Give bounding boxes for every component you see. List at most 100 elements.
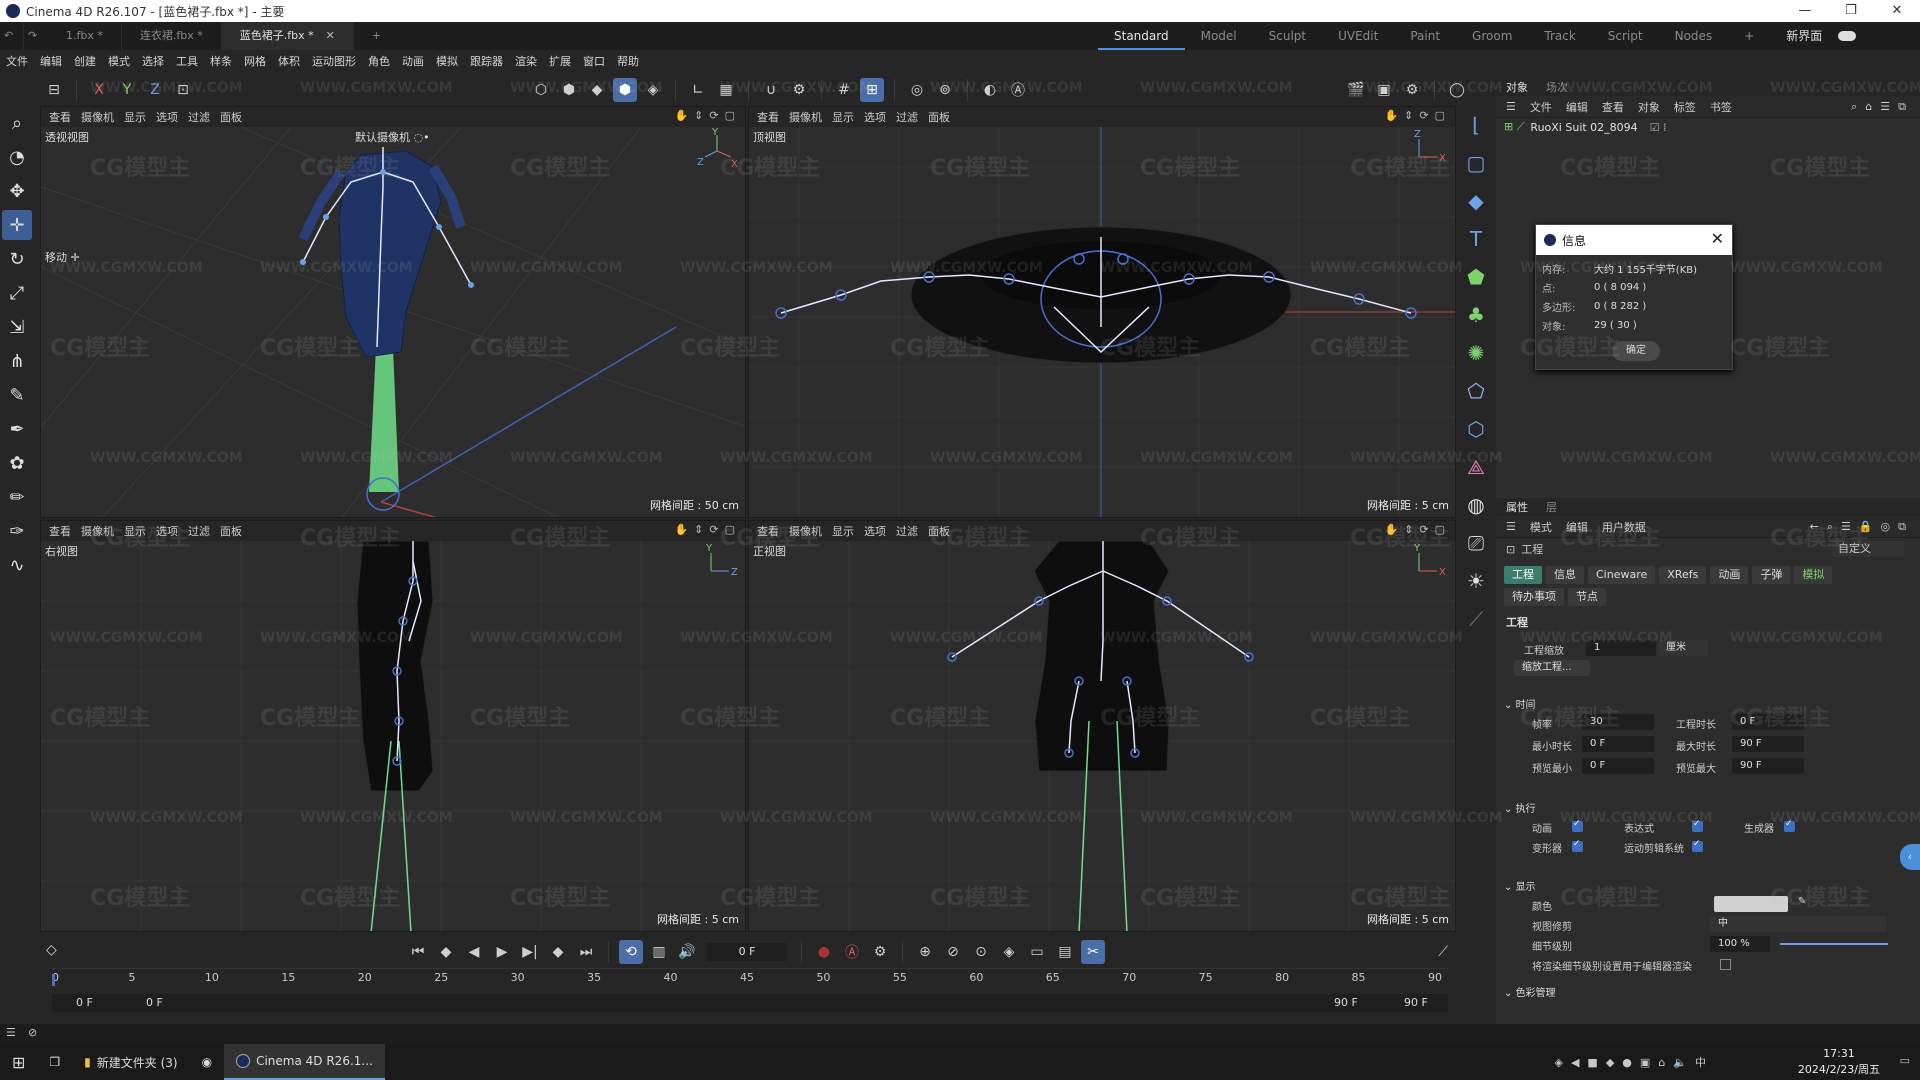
vp-menu-panel[interactable]: 面板 — [220, 523, 242, 539]
status-menu-icon[interactable]: ☰ — [6, 1026, 16, 1039]
layout-model[interactable]: Model — [1185, 22, 1253, 50]
expand-icon[interactable]: ⊞ ⟋ — [1504, 120, 1524, 134]
range-end-handle[interactable]: 90 F — [1334, 996, 1358, 1009]
min-time-field[interactable]: 0 F — [1582, 736, 1654, 752]
am-menu-edit[interactable]: 编辑 — [1566, 519, 1588, 535]
go-to-end-icon[interactable]: ⏭ — [574, 940, 598, 964]
range-start-handle[interactable]: 0 F — [146, 996, 163, 1009]
vp-menu-view[interactable]: 查看 — [49, 109, 71, 125]
vp-menu-cameras[interactable]: 摄像机 — [789, 523, 822, 539]
range-start-field[interactable]: 0 F — [76, 996, 93, 1009]
dolly-icon[interactable]: ⇕ — [1404, 109, 1413, 122]
fps-field[interactable]: 30 — [1582, 714, 1654, 730]
key-rotation-icon[interactable]: ⊘ — [941, 940, 965, 964]
sketch-tool-icon[interactable]: ✏ — [2, 482, 32, 512]
scale-unit-dropdown[interactable]: 厘米 — [1658, 640, 1708, 656]
snap-settings-icon[interactable]: ⚙ — [787, 78, 811, 102]
camera-icon[interactable]: ⎚ — [1461, 528, 1491, 558]
lod-editor-checkbox[interactable] — [1720, 959, 1731, 970]
key-mode-icon[interactable]: ✂ — [1081, 940, 1105, 964]
select-tool-icon[interactable]: ◔ — [2, 142, 32, 172]
soft-selection-icon[interactable]: ◎ — [905, 78, 929, 102]
effector-icon[interactable]: ✺ — [1461, 338, 1491, 368]
tab-objects[interactable]: 对象 — [1506, 79, 1528, 95]
tray-app-icon[interactable]: ▣ — [1640, 1056, 1650, 1069]
vp-menu-cameras[interactable]: 摄像机 — [81, 109, 114, 125]
minimize-button[interactable]: — — [1782, 0, 1828, 22]
vp-menu-filter[interactable]: 过滤 — [188, 109, 210, 125]
vp-menu-cameras[interactable]: 摄像机 — [789, 109, 822, 125]
taskbar-app-icon[interactable]: ◉ — [190, 1044, 224, 1080]
text-icon[interactable]: T — [1461, 224, 1491, 254]
keyframe-settings-icon[interactable]: ⚙ — [868, 940, 892, 964]
orbit-icon[interactable]: ⟳ — [1419, 523, 1428, 536]
lock-y-button[interactable]: Y — [115, 78, 139, 102]
workplane-icon[interactable]: ⊞ — [860, 78, 884, 102]
loop-icon[interactable]: ⟲ — [619, 940, 643, 964]
max-time-field[interactable]: 90 F — [1732, 736, 1804, 752]
subtab-bullet[interactable]: 子弹 — [1752, 566, 1791, 584]
uv-mode-icon[interactable]: ◈ — [641, 78, 665, 102]
scale-field[interactable]: 1 — [1586, 640, 1656, 656]
maximize-icon[interactable]: ▢ — [1435, 109, 1445, 122]
cloner-icon[interactable]: ♣ — [1461, 300, 1491, 330]
key-position-icon[interactable]: ⊕ — [913, 940, 937, 964]
vp-menu-view[interactable]: 查看 — [757, 523, 779, 539]
light-icon[interactable]: ☀ — [1461, 566, 1491, 596]
tab-layers[interactable]: 层 — [1546, 499, 1557, 515]
key-pla-icon[interactable]: ▭ — [1025, 940, 1049, 964]
orbit-icon[interactable]: ⟳ — [1419, 109, 1428, 122]
vp-menu-display[interactable]: 显示 — [124, 523, 146, 539]
next-key-icon[interactable]: ◆ — [546, 940, 570, 964]
menu-hamburger-icon[interactable]: ☰ — [1506, 100, 1516, 113]
vp-menu-panel[interactable]: 面板 — [928, 523, 950, 539]
timeline-ruler[interactable]: 0 5 10 15 20 25 30 35 40 45 50 55 60 65 70 75 80 85 90 — [52, 968, 1448, 992]
vp-menu-cameras[interactable]: 摄像机 — [81, 523, 114, 539]
preview-max-field[interactable]: 90 F — [1732, 758, 1804, 774]
tab-attributes[interactable]: 属性 — [1506, 499, 1528, 515]
restore-button[interactable]: ❐ — [1828, 0, 1874, 22]
menu-render[interactable]: 渲染 — [509, 53, 543, 69]
close-tab-icon[interactable]: ✕ — [326, 29, 335, 42]
new-window-icon[interactable]: ⧉ — [1898, 520, 1906, 534]
null-object-icon[interactable]: ⌊ — [1461, 110, 1491, 140]
menu-hamburger-icon[interactable]: ☰ — [1506, 520, 1516, 533]
environment-icon[interactable]: ◍ — [1461, 490, 1491, 520]
vp-menu-view[interactable]: 查看 — [757, 109, 779, 125]
curve-editor-icon[interactable]: ⟋ — [1438, 944, 1448, 960]
file-tab-active[interactable]: 蓝色裙子.fbx * ✕ — [221, 22, 354, 50]
taskbar-folder[interactable]: ▮ 新建文件夹 (3) — [72, 1044, 189, 1080]
dolly-icon[interactable]: ⇕ — [694, 523, 703, 536]
prev-frame-icon[interactable]: ◀ — [462, 940, 486, 964]
smooth-tool-icon[interactable]: ∿ — [2, 550, 32, 580]
task-view-icon[interactable]: ❐ — [37, 1044, 72, 1080]
deformer-icon[interactable]: ⬠ — [1461, 376, 1491, 406]
preset-dropdown[interactable]: 自定义 — [1832, 541, 1904, 557]
volume-icon[interactable]: 🔈 — [1673, 1056, 1687, 1069]
auto-key-icon[interactable]: Ⓐ — [1006, 78, 1030, 102]
ok-button[interactable]: 确定 — [1612, 341, 1660, 361]
tweak-mode-icon[interactable]: ▦ — [714, 78, 738, 102]
volume-icon[interactable]: ⟁ — [1461, 452, 1491, 482]
vp-menu-panel[interactable]: 面板 — [220, 109, 242, 125]
filter-icon[interactable]: ☰ — [1841, 520, 1851, 534]
move-tool-icon[interactable]: ✛ — [2, 210, 32, 240]
generator-icon[interactable]: ⬟ — [1461, 262, 1491, 292]
layout-paint[interactable]: Paint — [1394, 22, 1456, 50]
prev-key-icon[interactable]: ◆ — [434, 940, 458, 964]
lod-field[interactable]: 100 % — [1710, 936, 1770, 952]
maximize-icon[interactable]: ▢ — [725, 109, 735, 122]
vp-menu-display[interactable]: 显示 — [124, 109, 146, 125]
preview-min-field[interactable]: 0 F — [1582, 758, 1654, 774]
polygons-mode-icon[interactable]: ◆ — [585, 78, 609, 102]
lock-z-button[interactable]: Z — [143, 78, 167, 102]
go-to-start-icon[interactable]: ⏮ — [406, 940, 430, 964]
tray-app-icon[interactable]: ■ — [1587, 1056, 1597, 1069]
redo-icon[interactable]: ↷ — [24, 22, 48, 50]
maximize-icon[interactable]: ▢ — [1435, 523, 1445, 536]
filter-icon[interactable]: ☰ — [1880, 100, 1890, 114]
key-scale-icon[interactable]: ⊙ — [969, 940, 993, 964]
undo-icon[interactable]: ↶ — [0, 22, 24, 50]
eyedropper-icon[interactable]: ✎ — [1798, 896, 1806, 907]
back-arrow-icon[interactable]: ← — [1810, 520, 1819, 534]
